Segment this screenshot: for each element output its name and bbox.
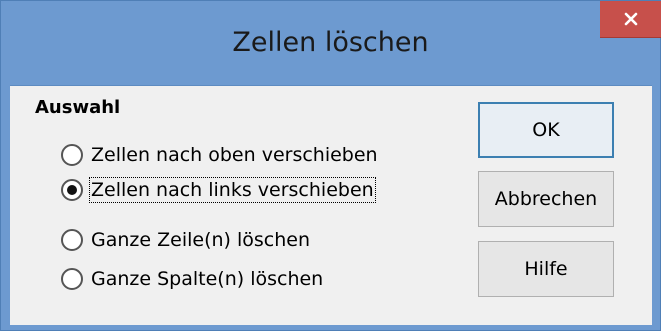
ok-button[interactable]: OK — [478, 102, 614, 158]
radio-delete-columns[interactable]: Ganze Spalte(n) löschen — [61, 263, 323, 295]
close-button[interactable] — [600, 1, 661, 38]
radio-label: Zellen nach links verschieben — [89, 177, 376, 203]
group-title: Auswahl — [35, 97, 121, 118]
help-button[interactable]: Hilfe — [478, 241, 614, 297]
radio-button[interactable] — [61, 144, 83, 166]
close-icon — [624, 12, 637, 26]
radio-button[interactable] — [61, 229, 83, 251]
radio-button[interactable] — [61, 179, 83, 201]
dialog-title: Zellen löschen — [232, 27, 429, 58]
radio-label: Zellen nach oben verschieben — [91, 144, 378, 166]
radio-label: Ganze Spalte(n) löschen — [91, 268, 324, 290]
title-bar: Zellen löschen — [1, 1, 661, 85]
dialog-window: Zellen löschen Auswahl Zellen nach oben … — [0, 0, 661, 331]
radio-label: Ganze Zeile(n) löschen — [91, 229, 310, 251]
cancel-button[interactable]: Abbrechen — [478, 171, 614, 227]
radio-shift-left[interactable]: Zellen nach links verschieben — [61, 174, 376, 206]
radio-shift-up[interactable]: Zellen nach oben verschieben — [61, 139, 378, 171]
radio-button[interactable] — [61, 268, 83, 290]
radio-delete-rows[interactable]: Ganze Zeile(n) löschen — [61, 224, 310, 256]
